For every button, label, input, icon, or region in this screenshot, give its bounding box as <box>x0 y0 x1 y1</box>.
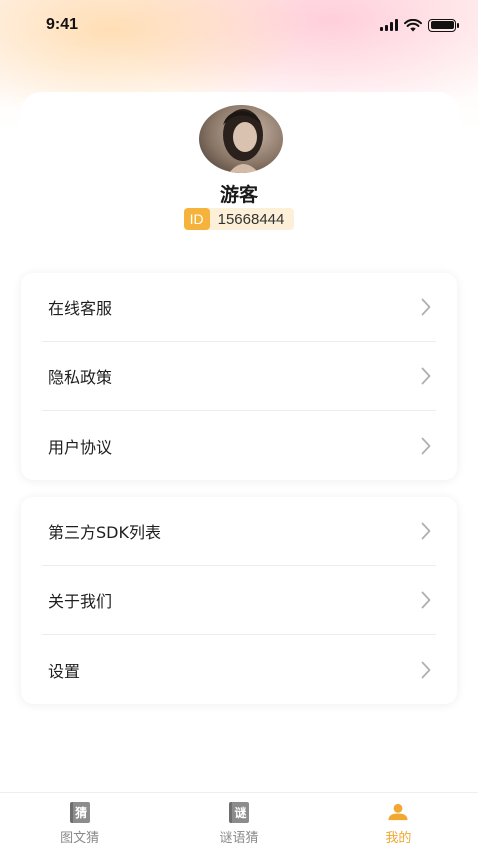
chevron-right-icon <box>418 297 434 317</box>
chevron-right-icon <box>418 590 434 610</box>
bottom-tab-bar: 猜 图文猜 谜 谜语猜 我的 <box>0 792 478 850</box>
status-time: 9:41 <box>46 16 79 33</box>
tab-label: 我的 <box>385 831 412 846</box>
menu-item-about-us[interactable]: 关于我们 <box>42 566 436 635</box>
menu-item-label: 设置 <box>48 661 81 681</box>
menu-item-user-agreement[interactable]: 用户协议 <box>42 411 436 480</box>
menu-item-label: 第三方SDK列表 <box>48 523 161 542</box>
book-guess-icon: 猜 <box>69 801 91 823</box>
menu-item-settings[interactable]: 设置 <box>42 635 436 704</box>
menu-item-online-service[interactable]: 在线客服 <box>42 273 436 342</box>
book-riddle-icon: 谜 <box>228 801 250 823</box>
menu-item-privacy-policy[interactable]: 隐私政策 <box>42 342 436 411</box>
menu-item-third-party-sdk[interactable]: 第三方SDK列表 <box>42 497 436 566</box>
avatar[interactable] <box>199 105 283 173</box>
chevron-right-icon <box>418 436 434 456</box>
menu-item-label: 在线客服 <box>48 299 113 318</box>
username: 游客 <box>219 184 258 206</box>
tab-label: 图文猜 <box>60 831 100 846</box>
menu-item-label: 用户协议 <box>48 437 113 457</box>
user-id-pill: ID 15668444 <box>183 208 295 230</box>
chevron-right-icon <box>418 366 434 386</box>
user-id-value: 15668444 <box>217 210 285 228</box>
menu-card-primary: 在线客服 隐私政策 用户协议 <box>21 273 457 480</box>
status-bar: 9:41 <box>0 0 478 50</box>
tab-picture-guess[interactable]: 猜 图文猜 <box>0 793 159 850</box>
menu-item-label: 关于我们 <box>48 592 113 611</box>
tab-riddle-guess[interactable]: 谜 谜语猜 <box>159 793 318 850</box>
user-id-row: ID 15668444 <box>0 208 478 230</box>
chevron-right-icon <box>418 521 434 541</box>
menu-item-label: 隐私政策 <box>48 368 113 387</box>
tab-mine[interactable]: 我的 <box>319 793 478 850</box>
menu-card-secondary: 第三方SDK列表 关于我们 设置 <box>21 497 457 704</box>
cellular-signal-icon <box>380 19 398 31</box>
tab-label: 谜语猜 <box>219 831 259 846</box>
battery-icon <box>428 18 459 32</box>
avatar-portrait <box>223 109 263 173</box>
status-icons <box>380 18 459 32</box>
wifi-icon <box>404 18 422 31</box>
id-tag: ID <box>183 208 210 230</box>
user-icon <box>387 801 409 823</box>
chevron-right-icon <box>418 660 434 680</box>
